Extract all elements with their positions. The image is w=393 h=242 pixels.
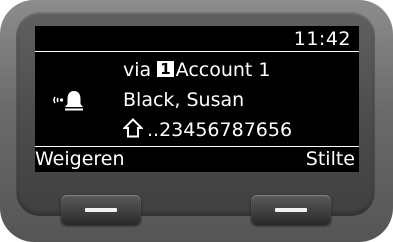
account-name: Account 1 [175, 59, 271, 81]
softkey-reject-label[interactable]: Weigeren [35, 148, 125, 170]
softkey-bar: Weigeren Stilte [35, 146, 359, 172]
caller-number: ..23456787656 [147, 119, 293, 141]
ringing-bell-icon [53, 91, 83, 111]
caller-number-line: ..23456787656 [123, 118, 292, 142]
home-icon [123, 118, 143, 138]
phone-housing: 11:42 via 1 Account 1 Black, Susan ..2345… [0, 0, 393, 242]
account-number-badge: 1 [157, 61, 174, 77]
call-via-line: via 1 Account 1 [123, 58, 271, 82]
status-bar: 11:42 [35, 26, 359, 52]
via-prefix: via [123, 59, 152, 81]
minus-icon [275, 208, 307, 212]
incoming-call-panel: via 1 Account 1 Black, Susan ..2345678765… [35, 52, 359, 146]
clock: 11:42 [293, 28, 351, 50]
display-screen: 11:42 via 1 Account 1 Black, Susan ..2345… [35, 26, 359, 172]
softkey-silence-label[interactable]: Stilte [306, 148, 355, 170]
caller-name: Black, Susan [123, 89, 245, 111]
right-softkey-button[interactable] [251, 195, 331, 225]
minus-icon [85, 208, 117, 212]
left-softkey-button[interactable] [61, 195, 141, 225]
